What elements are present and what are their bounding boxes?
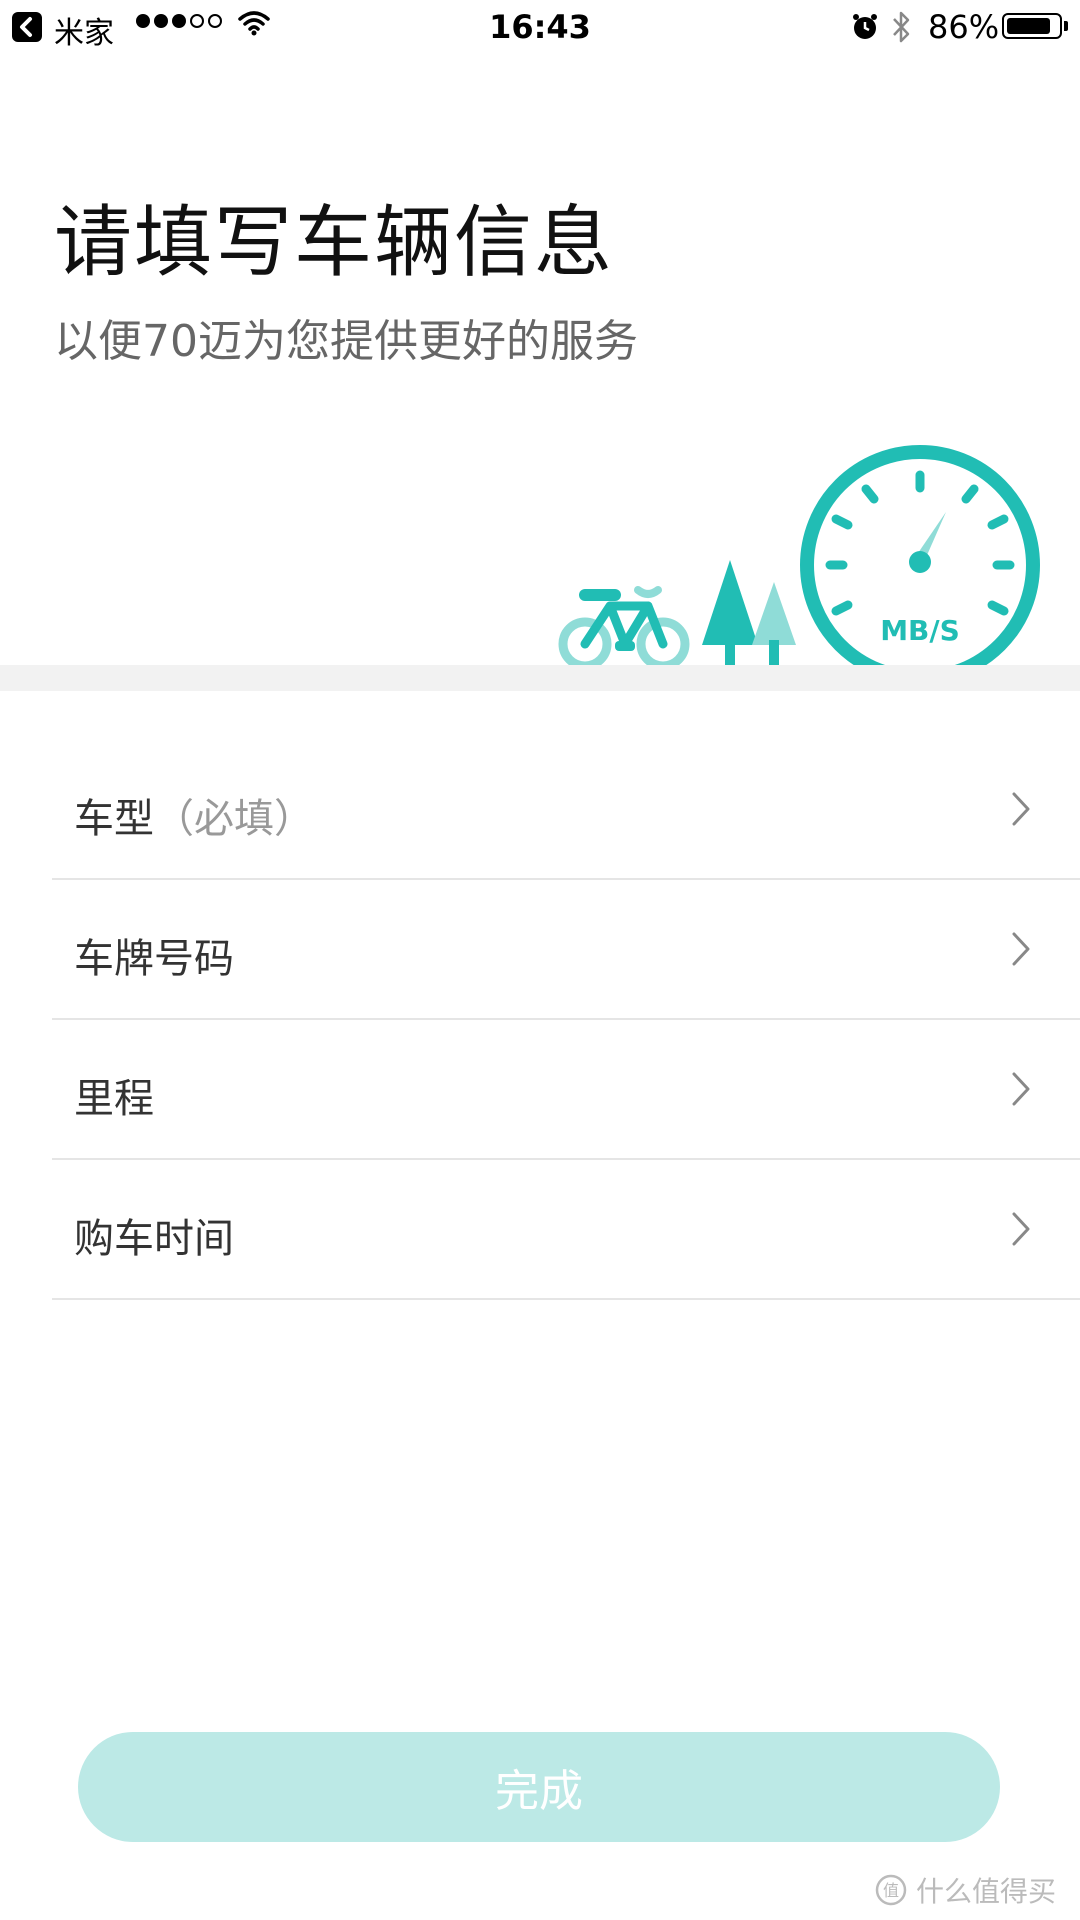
chevron-right-icon xyxy=(1012,932,1030,966)
battery-tip xyxy=(1064,21,1068,31)
required-hint: （必填） xyxy=(154,796,314,842)
status-bar: 米家 16:43 86% xyxy=(0,0,1080,54)
status-time: 16:43 xyxy=(489,8,591,46)
svg-text:值: 值 xyxy=(883,1881,899,1900)
watermark: 值 什么值得买 xyxy=(874,1870,1056,1910)
chevron-right-icon xyxy=(1012,1212,1030,1246)
alarm-clock-icon xyxy=(853,14,877,39)
list-item-label: 车型（必填） xyxy=(74,796,314,842)
chevron-right-icon xyxy=(1012,792,1030,826)
watermark-logo-icon: 值 xyxy=(875,1874,907,1906)
battery-percent: 86% xyxy=(928,8,1000,46)
chevron-right-icon xyxy=(1012,1072,1030,1106)
tree-icon xyxy=(702,560,758,670)
page-title: 请填写车辆信息 xyxy=(54,198,615,288)
list-item-vehicle-model[interactable]: 车型（必填） xyxy=(52,740,1080,880)
bluetooth-icon xyxy=(893,11,910,43)
list-item-mileage[interactable]: 里程 xyxy=(52,1020,1080,1160)
page-subtitle: 以便70迈为您提供更好的服务 xyxy=(54,316,638,367)
tree-icon xyxy=(752,582,796,670)
list-item-label: 里程 xyxy=(74,1076,154,1122)
list-item-purchase-date[interactable]: 购车时间 xyxy=(52,1160,1080,1300)
speedometer-icon: MB/S xyxy=(800,445,1040,670)
gauge-label: MB/S xyxy=(880,614,960,647)
battery-icon xyxy=(1002,13,1062,39)
list-item-label: 购车时间 xyxy=(74,1216,234,1262)
list-item-license-plate[interactable]: 车牌号码 xyxy=(52,880,1080,1020)
watermark-text: 什么值得买 xyxy=(915,1875,1056,1908)
list-item-label: 车牌号码 xyxy=(74,936,234,982)
illustration: MB/S xyxy=(0,445,1080,670)
done-button[interactable]: 完成 xyxy=(78,1732,1000,1842)
bicycle-icon xyxy=(558,586,690,670)
vehicle-info-page: 米家 16:43 86% 请填写车辆信息 以便70迈为您提供更好的服务 MB/S… xyxy=(0,0,1080,1920)
